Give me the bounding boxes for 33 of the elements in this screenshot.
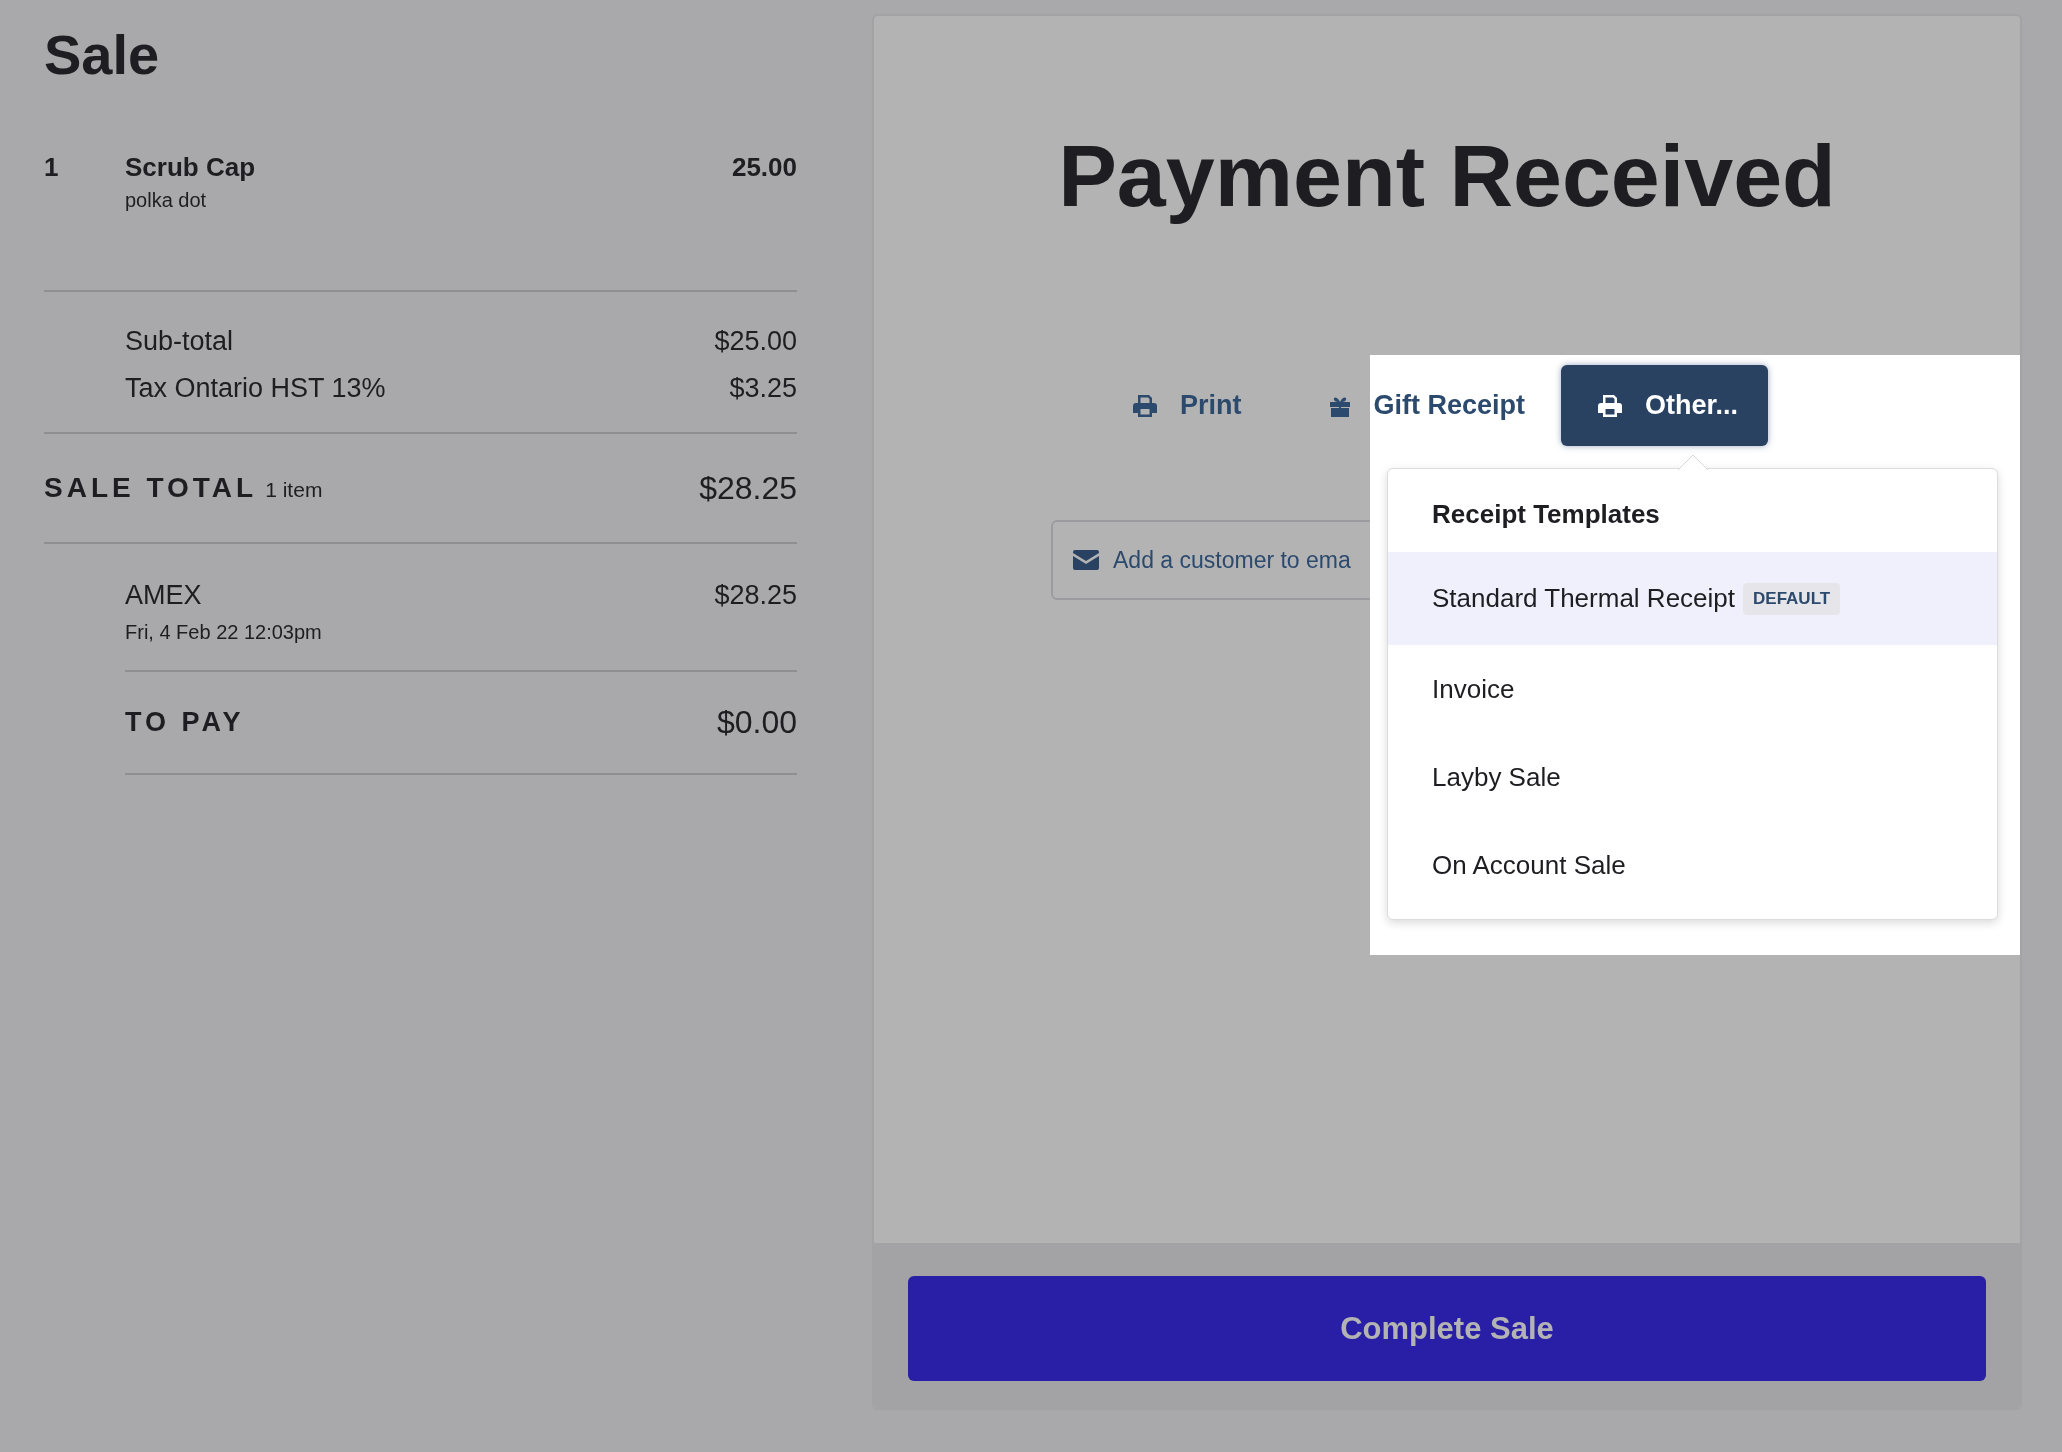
envelope-icon — [1073, 550, 1099, 570]
template-name: Invoice — [1432, 673, 1515, 705]
item-variant: polka dot — [125, 189, 208, 212]
sale-title: Sale — [44, 22, 161, 88]
item-count: 1 item — [265, 478, 323, 502]
summary-label: Tax Ontario HST 13% — [125, 373, 386, 404]
to-pay-amount: $0.00 — [716, 704, 797, 741]
item-name: Scrub Cap — [125, 152, 257, 183]
receipt-action-button[interactable]: Other... — [1561, 365, 1769, 446]
printer-icon — [1597, 394, 1624, 417]
template-option[interactable]: Layby Sale — [1388, 733, 1997, 821]
template-name: On Account Sale — [1432, 849, 1626, 881]
item-price: 25.00 — [731, 152, 797, 184]
complete-sale-button[interactable]: Complete Sale — [908, 1276, 1986, 1381]
template-option[interactable]: On Account Sale — [1388, 821, 1997, 909]
template-option[interactable]: Invoice — [1388, 645, 1997, 733]
to-pay-label: TO PAY — [125, 707, 245, 738]
receipt-action-button[interactable]: Gift Receipt — [1327, 365, 1526, 446]
item-quantity: 1 — [44, 152, 60, 184]
payment-title: Payment Received — [1057, 126, 1837, 226]
default-badge: DEFAULT — [1743, 582, 1841, 615]
sale-total-label: SALE TOTAL — [44, 472, 258, 504]
payment-method: AMEX — [125, 580, 203, 611]
template-option[interactable]: Standard Thermal Receipt DEFAULT — [1388, 552, 1997, 645]
template-name: Layby Sale — [1432, 761, 1561, 793]
summary-amount: $25.00 — [714, 326, 797, 357]
summary-amount: $3.25 — [729, 373, 797, 404]
summary-label: Sub-total — [125, 326, 234, 357]
sale-total-amount: $28.25 — [699, 469, 797, 507]
receipt-action-button[interactable]: Print — [1132, 365, 1242, 446]
printer-icon — [1132, 394, 1158, 417]
payment-amount: $28.25 — [714, 580, 797, 612]
payment-date: Fri, 4 Feb 22 12:03pm — [125, 621, 322, 644]
